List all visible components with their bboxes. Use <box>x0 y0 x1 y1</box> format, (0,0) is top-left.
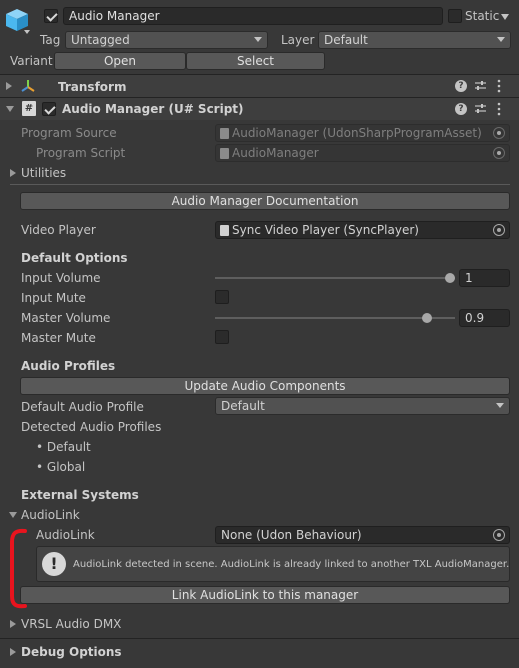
detected-profile-item: • Global <box>36 460 86 474</box>
component-enabled-checkbox[interactable] <box>42 102 56 116</box>
chevron-down-icon <box>496 403 504 408</box>
input-volume-label: Input Volume <box>21 271 101 285</box>
help-icon[interactable]: ? <box>455 103 467 115</box>
program-source-field: AudioManager (UdonSharpProgramAsset) <box>215 124 510 142</box>
detected-profile-item: • Default <box>36 440 91 454</box>
master-mute-label: Master Mute <box>21 331 96 345</box>
video-player-field[interactable]: Sync Video Player (SyncPlayer) <box>215 221 510 239</box>
tag-value: Untagged <box>71 33 130 47</box>
program-source-value: AudioManager (UdonSharpProgramAsset) <box>232 126 482 140</box>
vrsl-foldout[interactable]: VRSL Audio DMX <box>21 617 121 631</box>
program-script-field: AudioManager <box>215 144 510 162</box>
transform-axes-icon <box>20 78 36 94</box>
asset-file-icon <box>220 128 229 139</box>
foldout-expanded-icon[interactable] <box>9 512 17 518</box>
video-player-label: Video Player <box>21 223 96 237</box>
warning-text: AudioLink detected in scene. AudioLink i… <box>73 559 510 570</box>
master-volume-field[interactable]: 0.9 <box>459 309 510 327</box>
active-checkbox[interactable] <box>44 9 58 23</box>
default-options-heading: Default Options <box>21 251 128 265</box>
kebab-menu-icon[interactable] <box>496 102 502 119</box>
select-button[interactable]: Select <box>186 52 325 70</box>
audiolink-foldout[interactable]: AudioLink <box>21 508 80 522</box>
script-title: Audio Manager (U# Script) <box>62 102 244 116</box>
help-icon[interactable]: ? <box>455 80 467 92</box>
preset-icon[interactable] <box>474 102 487 118</box>
audio-profiles-heading: Audio Profiles <box>21 359 116 373</box>
link-audiolink-button[interactable]: Link AudioLink to this manager <box>20 586 510 604</box>
chevron-down-icon <box>497 37 505 42</box>
audiolink-warning-box: ! AudioLink detected in scene. AudioLink… <box>36 546 510 582</box>
open-button[interactable]: Open <box>54 52 186 70</box>
layer-dropdown[interactable]: Default <box>318 31 511 49</box>
debug-options-foldout[interactable]: Debug Options <box>21 645 122 659</box>
program-source-label: Program Source <box>21 126 117 140</box>
input-mute-checkbox[interactable] <box>215 290 229 304</box>
audiolink-label: AudioLink <box>36 528 95 542</box>
transform-title: Transform <box>58 80 127 94</box>
utilities-foldout-icon[interactable] <box>10 169 16 177</box>
default-audio-profile-label: Default Audio Profile <box>21 400 144 414</box>
tag-label: Tag <box>40 33 61 47</box>
input-mute-label: Input Mute <box>21 291 86 305</box>
master-volume-label: Master Volume <box>21 311 111 325</box>
tag-dropdown[interactable]: Untagged <box>65 31 268 49</box>
static-checkbox[interactable] <box>448 9 462 23</box>
input-volume-slider[interactable] <box>215 277 455 279</box>
static-label[interactable]: Static <box>465 9 499 23</box>
foldout-expanded-icon[interactable] <box>6 106 14 112</box>
foldout-collapsed-icon[interactable] <box>10 648 16 656</box>
object-picker-icon[interactable] <box>493 529 505 541</box>
input-volume-slider-knob[interactable] <box>445 273 455 283</box>
layer-value: Default <box>324 33 368 47</box>
input-volume-field[interactable]: 1 <box>459 269 510 287</box>
transform-header[interactable]: Transform ? <box>0 75 519 97</box>
master-mute-checkbox[interactable] <box>215 330 229 344</box>
variant-label: Variant <box>10 54 53 68</box>
external-systems-heading: External Systems <box>21 488 139 502</box>
video-player-value: Sync Video Player (SyncPlayer) <box>232 223 419 237</box>
documentation-button[interactable]: Audio Manager Documentation <box>20 192 510 210</box>
foldout-collapsed-icon[interactable] <box>10 620 16 628</box>
gameobject-name-field[interactable]: Audio Manager <box>63 7 443 25</box>
update-audio-components-button[interactable]: Update Audio Components <box>20 377 510 395</box>
detected-audio-profiles-label: Detected Audio Profiles <box>21 420 162 434</box>
preset-icon[interactable] <box>474 79 487 95</box>
foldout-collapsed-icon[interactable] <box>6 82 12 90</box>
script-component-header[interactable]: # Audio Manager (U# Script) ? <box>0 98 519 120</box>
script-file-icon <box>220 148 229 159</box>
icon-dropdown-arrow[interactable] <box>24 30 30 34</box>
warning-icon: ! <box>42 552 66 576</box>
program-script-label: Program Script <box>36 146 126 160</box>
layer-label: Layer <box>281 33 315 47</box>
master-volume-slider[interactable] <box>215 317 455 319</box>
audiolink-field[interactable]: None (Udon Behaviour) <box>215 526 510 544</box>
chevron-down-icon <box>254 37 262 42</box>
annotation-bracket <box>6 528 28 610</box>
divider <box>0 638 519 639</box>
object-picker-icon <box>493 127 505 139</box>
csharp-script-icon: # <box>22 101 36 116</box>
kebab-menu-icon[interactable] <box>496 79 502 96</box>
master-volume-slider-knob[interactable] <box>422 313 432 323</box>
default-audio-profile-dropdown[interactable]: Default <box>215 397 510 415</box>
object-picker-icon <box>493 147 505 159</box>
utilities-foldout[interactable]: Utilities <box>21 166 66 180</box>
divider <box>10 184 510 185</box>
static-dropdown-arrow[interactable] <box>501 14 509 20</box>
default-audio-profile-value: Default <box>221 399 265 413</box>
program-script-value: AudioManager <box>232 146 319 160</box>
object-picker-icon[interactable] <box>493 224 505 236</box>
component-icon <box>220 225 229 236</box>
